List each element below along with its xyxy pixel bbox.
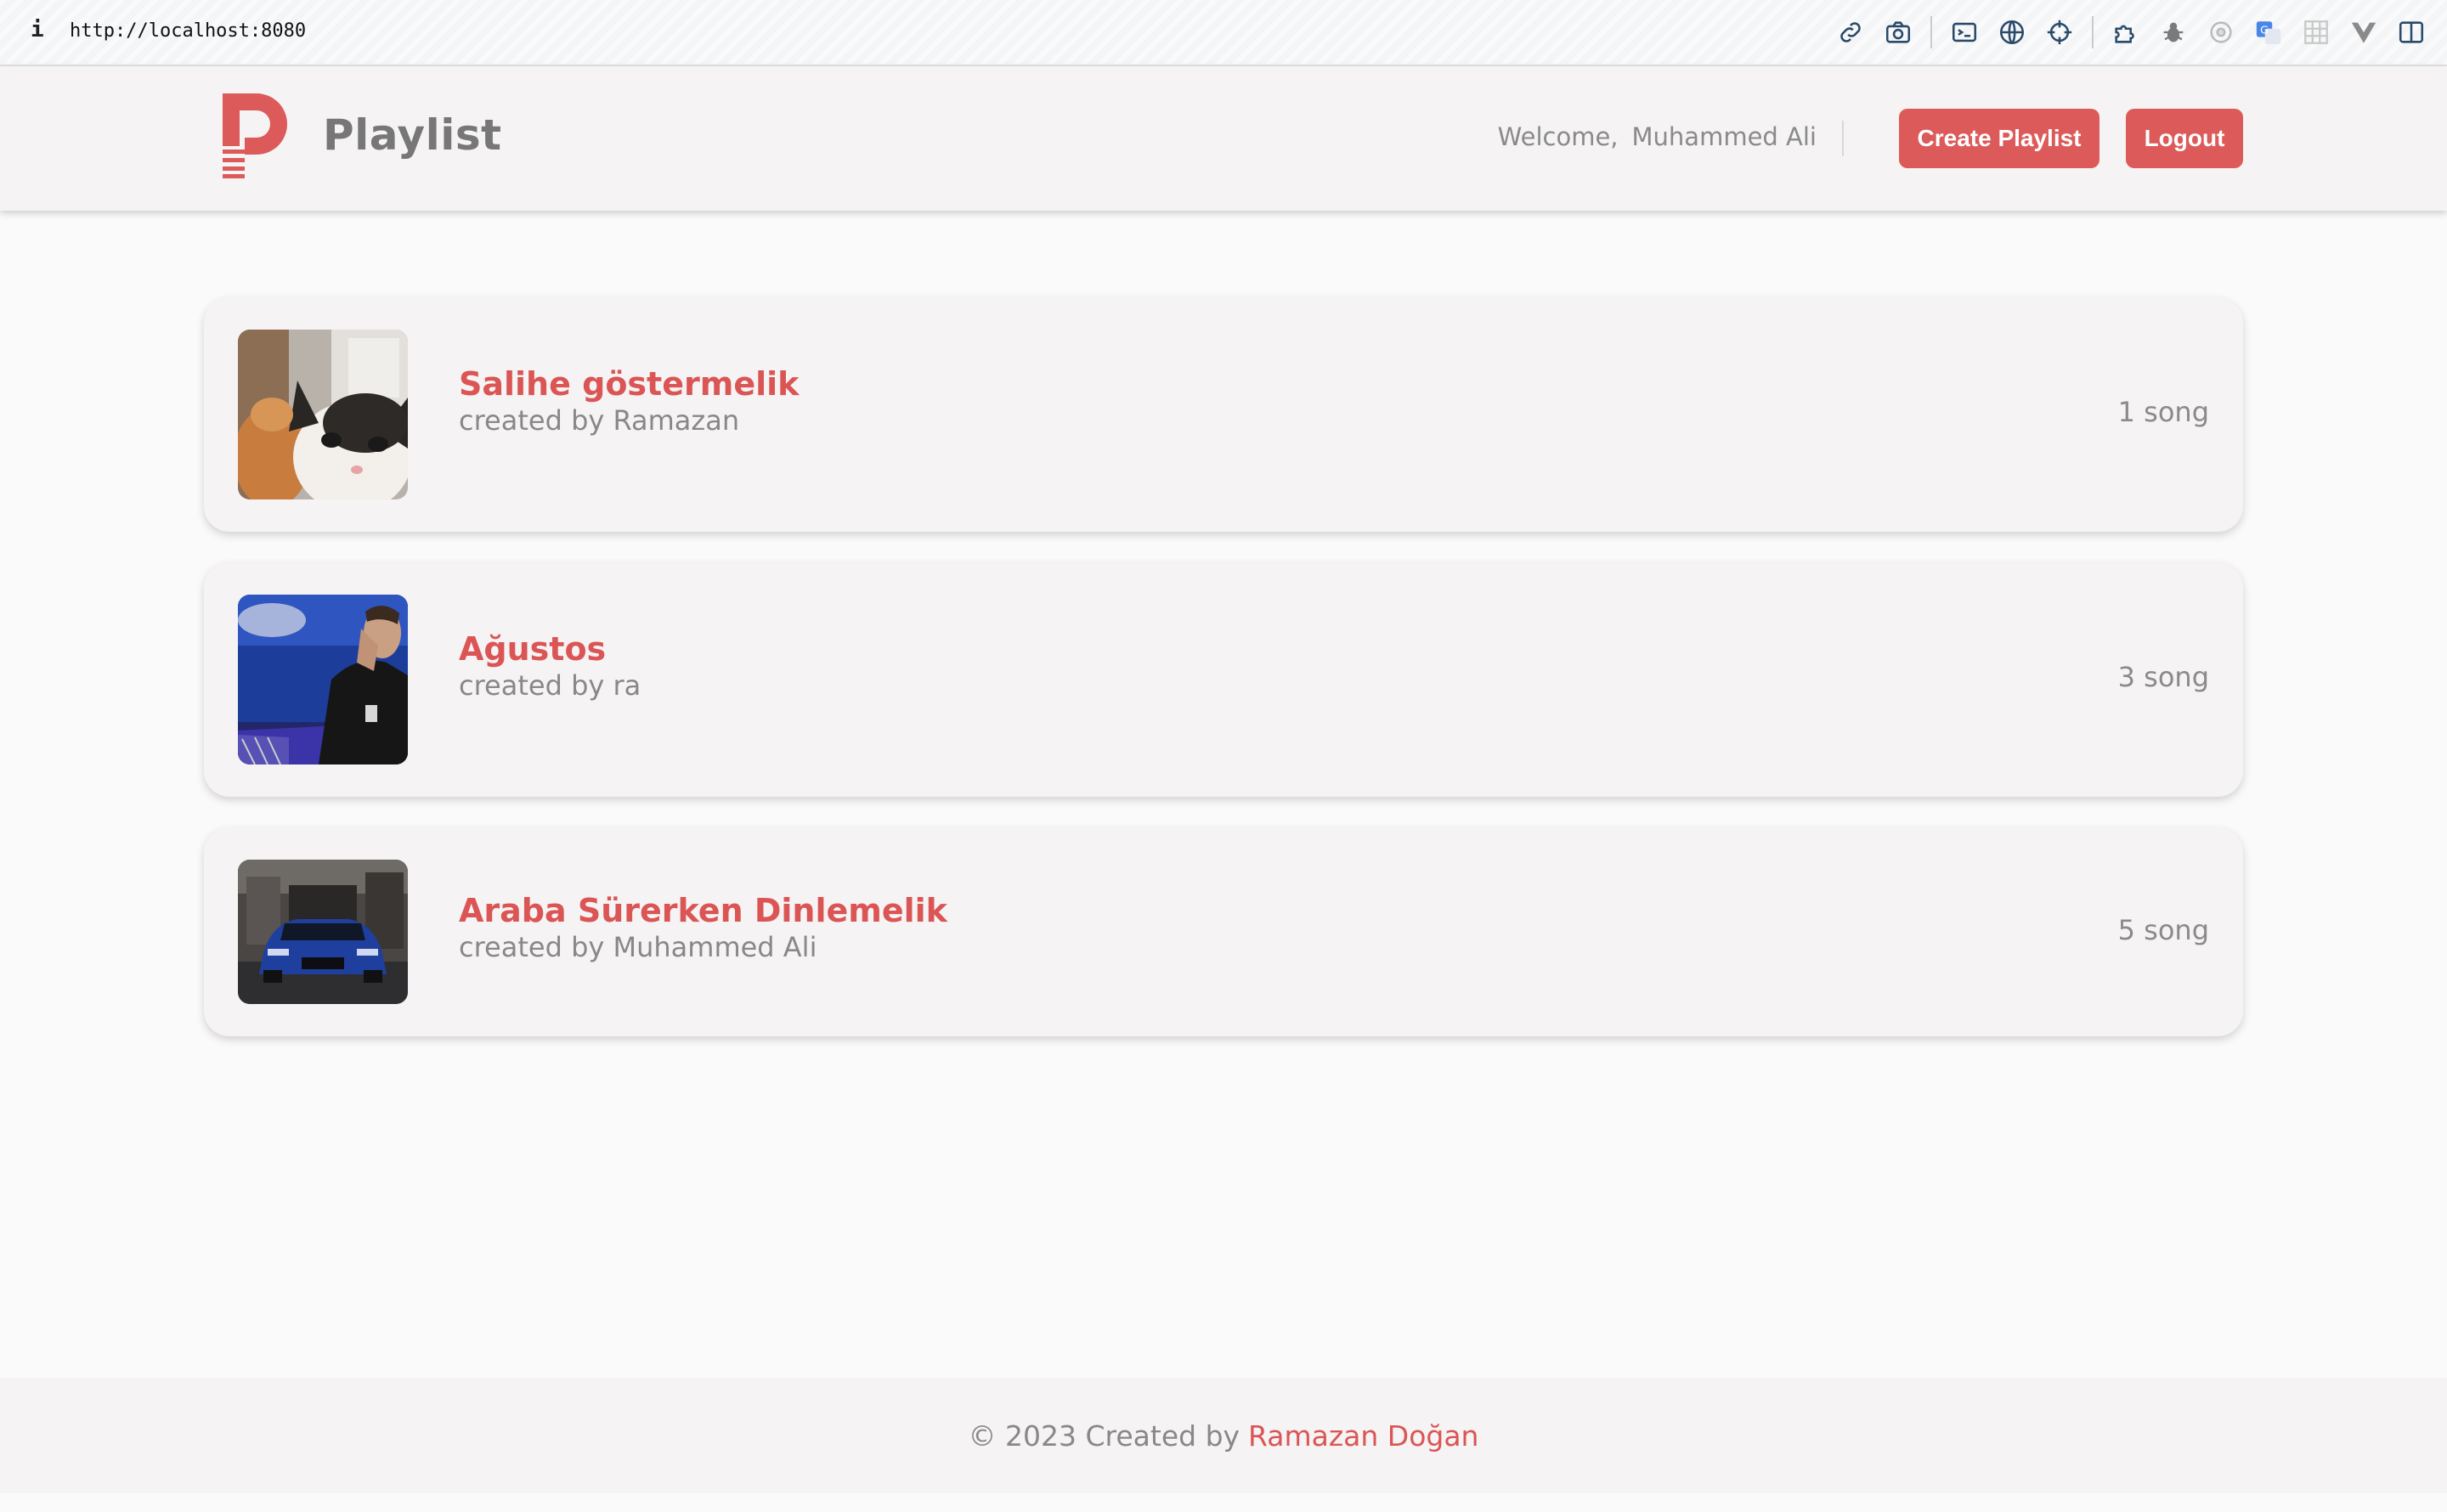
- playlist-thumbnail: [238, 595, 408, 764]
- playlist-card[interactable]: Araba Sürerken Dinlemelik created by Muh…: [204, 827, 2243, 1036]
- toolbar-divider: [1930, 16, 1932, 48]
- footer-copyright: © 2023 Created by: [968, 1419, 1240, 1453]
- referee-photo-icon: [238, 595, 408, 764]
- welcome-message: Welcome, Muhammed Ali: [1498, 122, 1817, 151]
- playlist-title[interactable]: Salihe göstermelik: [459, 365, 799, 403]
- welcome-label: Welcome,: [1497, 122, 1619, 151]
- bug-icon[interactable]: [2156, 15, 2190, 49]
- playlist-song-count: 1 song: [2117, 396, 2209, 428]
- brand-title[interactable]: Playlist: [323, 110, 502, 160]
- logout-button[interactable]: Logout: [2126, 109, 2243, 168]
- playlist-title[interactable]: Araba Sürerken Dinlemelik: [459, 892, 947, 929]
- toolbar-divider: [2092, 16, 2094, 48]
- link-icon[interactable]: [1834, 15, 1868, 49]
- site-header: Playlist Welcome, Muhammed Ali Create Pla…: [0, 66, 2447, 211]
- sidebar-icon[interactable]: [2394, 15, 2428, 49]
- browser-toolbar: i http://localhost:8080 G: [0, 0, 2447, 66]
- globe-icon[interactable]: [1995, 15, 2029, 49]
- header-divider: [1842, 121, 1844, 156]
- puzzle-icon[interactable]: [2109, 15, 2143, 49]
- terminal-icon[interactable]: [1947, 15, 1981, 49]
- vue-icon[interactable]: [2347, 15, 2381, 49]
- playlist-creator: created by ra: [459, 669, 641, 702]
- playlist-song-count: 3 song: [2117, 661, 2209, 693]
- cat-photo-icon: [238, 330, 408, 499]
- camera-icon[interactable]: [1881, 15, 1915, 49]
- svg-text:G: G: [2260, 24, 2269, 37]
- address-bar[interactable]: http://localhost:8080: [70, 20, 306, 42]
- playlist-logo-icon[interactable]: [223, 93, 287, 178]
- playlist-thumbnail: [238, 330, 408, 499]
- footer-author-link[interactable]: Ramazan Doğan: [1248, 1419, 1478, 1453]
- playlist-thumbnail: [238, 860, 408, 1004]
- playlist-card[interactable]: Ağustos created by ra 3 song: [204, 562, 2243, 797]
- user-name: Muhammed Ali: [1631, 122, 1817, 151]
- playlist-creator: created by Muhammed Ali: [459, 931, 817, 963]
- translate-icon[interactable]: G: [2252, 15, 2286, 49]
- car-photo-icon: [238, 860, 408, 1004]
- playlist-title[interactable]: Ağustos: [459, 630, 606, 668]
- grid-icon[interactable]: [2299, 15, 2333, 49]
- create-playlist-button[interactable]: Create Playlist: [1899, 109, 2099, 168]
- site-footer: © 2023 Created by Ramazan Doğan: [0, 1378, 2447, 1493]
- info-icon[interactable]: i: [31, 17, 44, 42]
- playlist-card[interactable]: Salihe göstermelik created by Ramazan 1 …: [204, 297, 2243, 532]
- playlist-song-count: 5 song: [2117, 914, 2209, 946]
- circle-icon[interactable]: [2204, 15, 2238, 49]
- extension-toolbar: G: [1820, 15, 2428, 49]
- playlist-creator: created by Ramazan: [459, 404, 740, 437]
- crosshair-icon[interactable]: [2043, 15, 2077, 49]
